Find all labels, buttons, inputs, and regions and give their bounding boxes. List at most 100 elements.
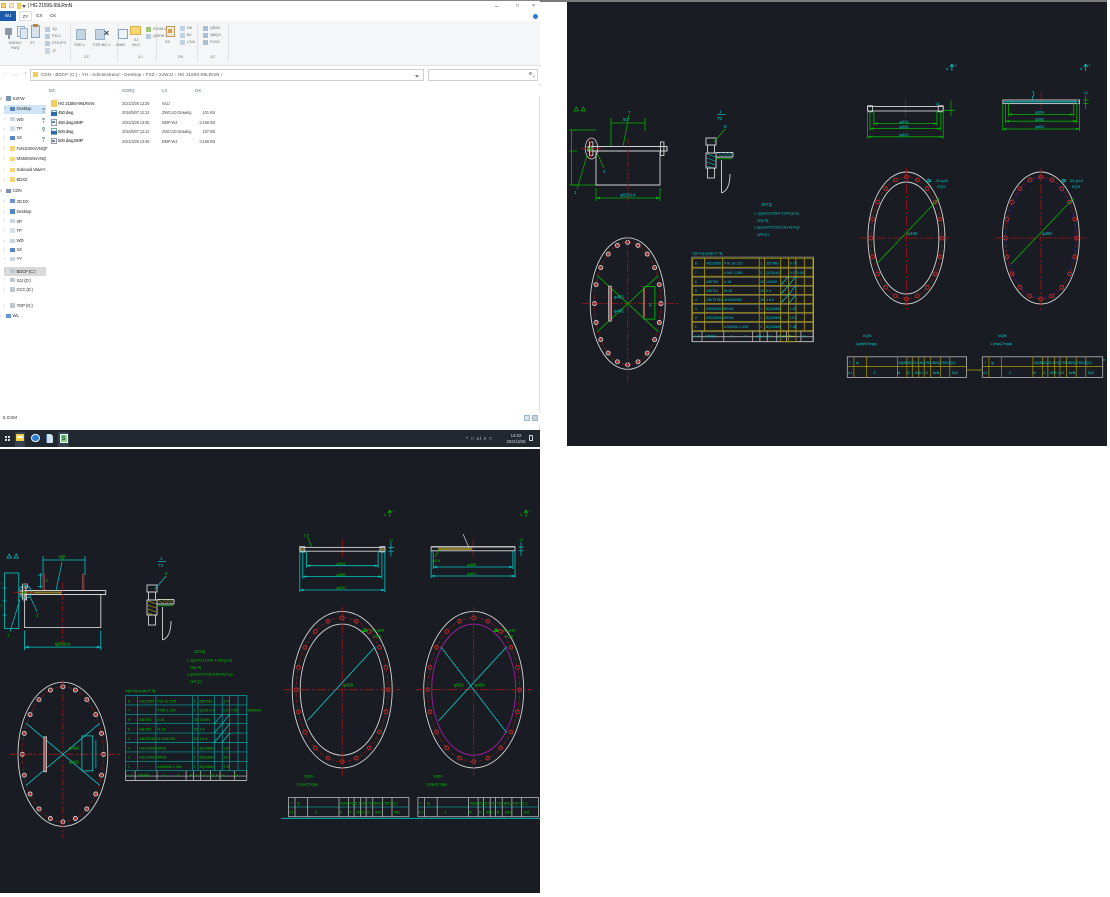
svg-text:4: 4 [128, 737, 130, 741]
svg-text:φ530: φ530 [454, 683, 465, 688]
svg-text:N3: N3 [757, 334, 761, 338]
svg-text:# 16: # 16 [157, 718, 164, 722]
svg-text:M M16X55: M M16X55 [724, 298, 741, 302]
svg-text:A: A [384, 513, 387, 517]
svg-text:HQ7S5-9: HQ7S5-9 [362, 801, 377, 805]
svg-text:6zN: 6zN [375, 811, 382, 815]
svg-text:L: L [494, 811, 496, 815]
svg-text:5: 5 [1055, 371, 1057, 375]
svg-text:7: 7 [1088, 64, 1090, 68]
svg-text:4 1: 4 1 [289, 811, 294, 815]
svg-text:8Q/16Mn: 8Q/16Mn [200, 746, 215, 750]
svg-text:20: 20 [194, 737, 198, 741]
svg-text:20-φ18: 20-φ18 [1070, 178, 1084, 183]
svg-text:L: L [1058, 371, 1060, 375]
svg-text:12: 12 [389, 538, 393, 542]
svg-text:5: 5 [919, 371, 921, 375]
svg-text:4: 4 [762, 334, 764, 338]
svg-text:JSYQ: JSYQ [761, 202, 773, 207]
svg-text:φ620: φ620 [899, 132, 909, 137]
svg-text:M: M [469, 811, 472, 815]
svg-text:6: 6 [128, 718, 130, 722]
svg-text:2: 2 [194, 709, 196, 713]
svg-text:4 8: 4 8 [800, 334, 805, 338]
svg-text:1: 1 [194, 756, 196, 760]
svg-text:1:5: 1:5 [914, 361, 919, 365]
svg-text:WKbkS: WKbkS [138, 774, 150, 778]
svg-text:7.36: 7.36 [790, 325, 797, 329]
svg-text:φ585: φ585 [336, 572, 346, 577]
svg-text:3: 3 [128, 746, 130, 750]
svg-text:φ450: φ450 [343, 683, 354, 688]
svg-text:EQS: EQS [505, 634, 514, 639]
svg-text:4: 4 [695, 298, 697, 302]
svg-text:L: L [922, 371, 924, 375]
svg-text:4: 4 [349, 811, 351, 815]
svg-text:tp: tp [427, 801, 430, 805]
svg-text:1: 1 [128, 765, 130, 769]
svg-text:1N2: 1N2 [952, 371, 958, 375]
svg-text:SNQ7S5-9Q-1: SNQ7S5-9Q-1 [933, 361, 956, 365]
svg-text:1.jmjvQ7mjqk.: 1.jmjvQ7mjqk. [296, 783, 318, 787]
svg-text:EQS: EQS [937, 184, 946, 189]
svg-text:φ620: φ620 [467, 571, 477, 576]
svg-text:100HV: 100HV [766, 280, 778, 284]
svg-text:4: 4 [1043, 371, 1045, 375]
svg-text:7: 7 [128, 709, 130, 713]
svg-text:SNQ7S5-9Q-1: SNQ7S5-9Q-1 [505, 801, 528, 805]
svg-text:φ450: φ450 [907, 231, 918, 236]
svg-text:2: 2 [695, 316, 697, 320]
svg-text:4 1: 4 1 [983, 371, 988, 375]
svg-text:20: 20 [760, 298, 764, 302]
svg-text:6zN: 6zN [933, 371, 940, 375]
svg-text:GB/T41: GB/T41 [139, 728, 151, 732]
svg-text:4: 4 [127, 774, 129, 778]
svg-text:φ2.5: φ2.5 [432, 558, 441, 563]
svg-text:7: 7 [529, 510, 531, 514]
svg-text:L: L [364, 811, 366, 815]
svg-text:szyj.vkj.: szyj.vkj. [190, 666, 202, 670]
svg-text:N3: N3 [190, 774, 194, 778]
svg-text:1: 1 [194, 699, 196, 703]
svg-text:20: 20 [760, 280, 764, 284]
svg-text:HG21595-99Pn8: HG21595-99Pn8 [139, 756, 166, 760]
svg-text:8: 8 [200, 774, 202, 778]
svg-text:4: 4 [908, 371, 910, 375]
svg-text:20-φ18: 20-φ18 [371, 628, 385, 633]
svg-text:# M5 1-290: # M5 1-290 [724, 271, 742, 275]
svg-text:φ450: φ450 [69, 745, 80, 750]
svg-text:2.5: 2.5 [304, 532, 310, 537]
svg-text:tp: tp [991, 361, 994, 365]
svg-text:7: 7 [392, 510, 394, 514]
svg-text:EQS: EQS [1072, 184, 1081, 189]
svg-text:M: M [339, 811, 342, 815]
svg-text:12: 12 [519, 538, 523, 542]
svg-text:bQN: bQN [863, 333, 871, 338]
svg-text:1: 1 [760, 316, 762, 320]
svg-text:bQN: bQN [998, 333, 1006, 338]
svg-text:1.87: 1.87 [223, 746, 230, 750]
svg-text:8Q/16Mn: 8Q/16Mn [200, 765, 215, 769]
svg-text:HG21595: HG21595 [706, 262, 721, 266]
svg-text:1.jmjvQ7mjqk.: 1.jmjvQ7mjqk. [990, 342, 1012, 346]
svg-text:1.zjjyHG21594-1999gzrkj: 1.zjjyHG21594-1999gzrkj [754, 212, 799, 216]
svg-text:b: b [1103, 358, 1105, 362]
svg-text:GB/T95: GB/T95 [706, 280, 718, 284]
svg-text:3: 3 [874, 371, 876, 375]
svg-text:100HV: 100HV [200, 718, 212, 722]
svg-text:8: 8 [767, 334, 769, 338]
svg-text:4.6 #: 4.6 # [200, 737, 208, 741]
svg-text:5: 5 [695, 289, 697, 293]
svg-text:φ495: φ495 [614, 309, 625, 314]
svg-text:7: 7 [1, 582, 3, 586]
svg-text:1: 1 [760, 325, 762, 329]
svg-text:2.qtccHG/T21515.W.HG/T.gz: 2.qtccHG/T21515.W.HG/T.gz [187, 673, 233, 677]
svg-text:φ585: φ585 [1035, 116, 1045, 121]
svg-text:6zN: 6zN [505, 811, 512, 815]
svg-text:12: 12 [1084, 91, 1088, 95]
svg-text:19.3: 19.3 [790, 316, 797, 320]
svg-text:1: 1 [194, 746, 196, 750]
svg-text:cyrk (p).: cyrk (p). [190, 680, 203, 684]
svg-text:mjb-01p,jmjb.27 lkj.: mjb-01p,jmjb.27 lkj. [125, 689, 156, 693]
svg-text:φ620: φ620 [1035, 124, 1045, 129]
